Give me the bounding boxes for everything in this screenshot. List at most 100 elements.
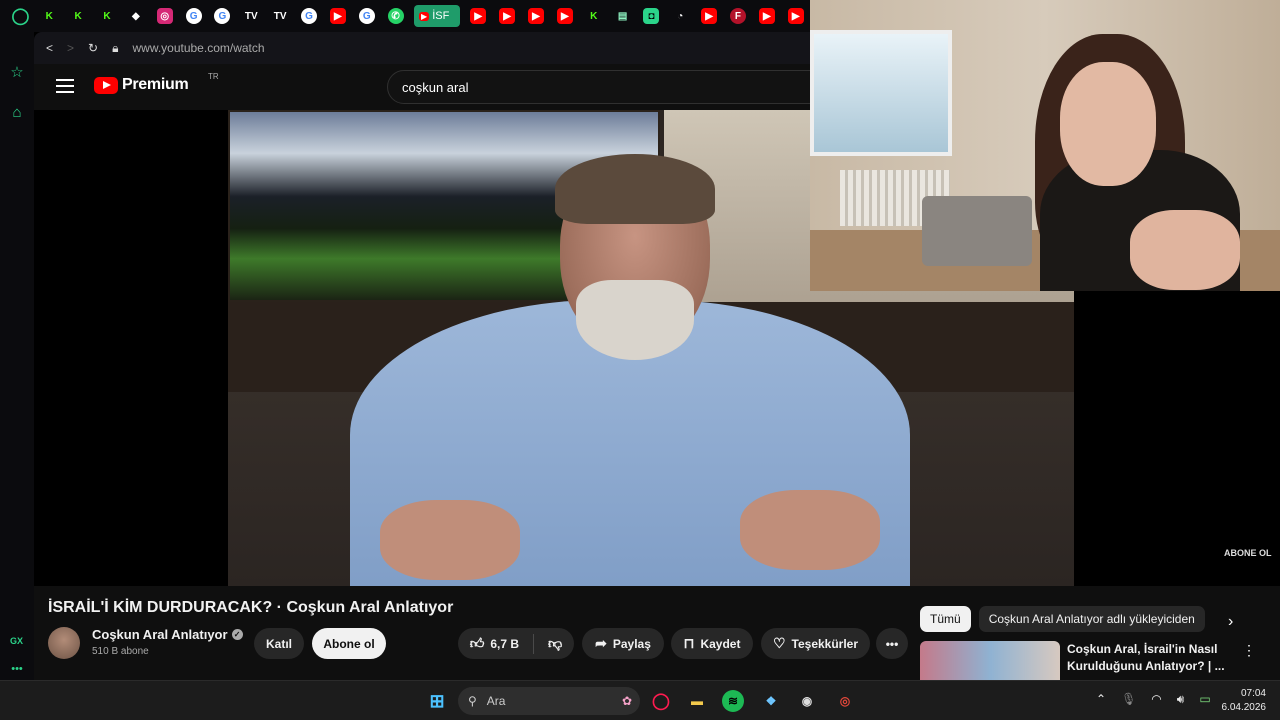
tab-youtube-icon[interactable]: ▶	[493, 0, 522, 32]
tab-youtube-icon[interactable]: ▶	[752, 0, 781, 32]
tab-youtube-icon[interactable]: ▶	[323, 0, 352, 32]
tab-google-icon[interactable]: G	[295, 0, 324, 32]
tab-kick-icon[interactable]: K	[64, 0, 93, 32]
tab-whatsapp-icon[interactable]: ✆	[381, 0, 410, 32]
like-icon[interactable]: 👍︎	[470, 635, 485, 652]
tab-google-icon[interactable]: G	[352, 0, 381, 32]
thanks-label: Teşekkürler	[791, 636, 859, 651]
windows-start-icon[interactable]: ⊞	[426, 690, 448, 712]
tab-youtube-icon[interactable]: ▶	[781, 0, 810, 32]
webcam-sofa	[922, 196, 1032, 266]
reload-icon[interactable]: ↻	[88, 41, 98, 55]
save-label: Kaydet	[700, 636, 741, 651]
youtube-play-icon	[94, 76, 118, 94]
speaker-right-hand	[740, 490, 880, 570]
speaker-left-hand	[380, 500, 520, 580]
obs-icon[interactable]: ◉	[796, 690, 818, 712]
tab-youtube-icon[interactable]: ▶	[522, 0, 551, 32]
url-field[interactable]: www.youtube.com/watch	[132, 41, 264, 55]
youtube-logo[interactable]: Premium TR	[94, 72, 219, 94]
search-input[interactable]: coşkun aral	[387, 70, 827, 104]
verified-check-icon: ✓	[231, 629, 243, 640]
tab-tv-icon[interactable]: TV	[266, 0, 295, 32]
channel-name[interactable]: Coşkun Aral Anlatıyor ✓	[92, 627, 243, 642]
wifi-icon[interactable]: ◠	[1151, 692, 1161, 707]
more-horizontal-icon: •••	[885, 636, 899, 651]
video-title: İSRAİL'İ KİM DURDURACAK? · Coşkun Aral A…	[48, 599, 454, 616]
heart-dollar-icon: ♡	[772, 635, 786, 651]
recommendation-thumbnail[interactable]	[920, 641, 1060, 680]
tab-chat-icon[interactable]: ◘	[637, 0, 666, 32]
tab-tv-icon[interactable]: TV	[237, 0, 266, 32]
join-label: Katıl	[265, 636, 292, 651]
chip-from-uploader[interactable]: Coşkun Aral Anlatıyor adlı yükleyiciden	[978, 606, 1205, 632]
like-dislike-group: 👍︎ 6,7 B 👎︎	[458, 628, 574, 659]
bookmark-icon: ⊓	[683, 635, 695, 651]
search-highlight-icon: ✿	[621, 694, 632, 708]
tab-kick-icon[interactable]: K	[93, 0, 122, 32]
tab-instagram-icon[interactable]: ◎	[150, 0, 179, 32]
tab-kick-icon[interactable]: K	[35, 0, 64, 32]
streamer-face	[1060, 62, 1156, 186]
youtube-masthead: Premium TR coşkun aral	[34, 64, 827, 110]
taskbar-search[interactable]: ⚲ Ara ✿	[458, 687, 640, 715]
save-button[interactable]: ⊓ Kaydet	[671, 628, 753, 659]
more-icon[interactable]: •••	[8, 660, 26, 678]
watch-metadata: İSRAİL'İ KİM DURDURACAK? · Coşkun Aral A…	[34, 586, 1280, 680]
like-divider	[533, 633, 535, 654]
join-button[interactable]: Katıl	[254, 628, 304, 659]
file-explorer-icon[interactable]: ▬	[686, 690, 708, 712]
taskbar-search-placeholder: Ara	[486, 694, 506, 708]
app-icon[interactable]: ❖	[760, 690, 782, 712]
system-tray: ⌃ 🎙︎ ◠ 🔊︎ ▭	[1096, 692, 1211, 707]
opera-gx-icon[interactable]: ◯	[650, 690, 672, 712]
recommendation-menu-icon[interactable]: ⋮	[1242, 642, 1256, 659]
tab-generic-icon[interactable]: ◆	[121, 0, 150, 32]
spotify-icon[interactable]: ≋	[722, 690, 744, 712]
chevron-right-icon[interactable]: ›	[1228, 613, 1233, 631]
thanks-button[interactable]: ♡ Teşekkürler	[761, 628, 870, 659]
webcam-overlay	[810, 0, 1280, 291]
dislike-icon[interactable]: 👎︎	[548, 635, 562, 652]
back-icon[interactable]: <	[46, 41, 53, 55]
more-actions-button[interactable]: •••	[876, 628, 908, 659]
subscriber-count: 510 B abone	[92, 646, 149, 657]
tab-document-icon[interactable]: ▤	[608, 0, 637, 32]
webcam-window	[810, 30, 952, 156]
streamer-hand	[1130, 210, 1240, 290]
share-button[interactable]: ➦ Paylaş	[582, 628, 664, 659]
share-icon: ➦	[595, 635, 607, 651]
speaker-hair	[555, 154, 715, 224]
youtube-icon: ▶	[419, 11, 430, 21]
gx-badge[interactable]: GX	[10, 636, 23, 646]
tab-f-icon[interactable]: F	[724, 0, 753, 32]
clock[interactable]: 07:04 6.04.2026	[1222, 687, 1267, 715]
tab-google-icon[interactable]: G	[179, 0, 208, 32]
tab-kick-icon[interactable]: K	[579, 0, 608, 32]
lock-icon: 🔒︎	[112, 40, 119, 55]
region-code: TR	[208, 72, 219, 81]
tab-youtube-icon[interactable]: ▶	[550, 0, 579, 32]
crypto-wallet-icon[interactable]: ⌂	[8, 104, 26, 122]
tab-youtube-icon[interactable]: ▶	[695, 0, 724, 32]
recommendation-title[interactable]: Coşkun Aral, İsrail'in Nasıl Kurulduğunu…	[1067, 641, 1227, 675]
speaker-beard	[576, 280, 694, 360]
app-record-icon[interactable]: ◎	[834, 690, 856, 712]
tab-youtube-icon[interactable]: ▶	[464, 0, 493, 32]
chip-all[interactable]: Tümü	[920, 606, 971, 632]
subscribe-button[interactable]: Abone ol	[312, 628, 386, 659]
chevron-up-icon[interactable]: ⌃	[1096, 692, 1106, 707]
tab-speed-dial-icon[interactable]: ◔	[666, 0, 695, 32]
volume-icon[interactable]: 🔊︎	[1177, 692, 1185, 707]
forward-icon[interactable]: >	[67, 41, 74, 55]
channel-avatar[interactable]	[48, 627, 80, 659]
opera-gx-logo-icon[interactable]: ◯	[6, 0, 35, 32]
star-icon[interactable]: ☆	[8, 64, 26, 82]
tab-active[interactable]: ▶ İSF	[414, 5, 460, 27]
like-count[interactable]: 6,7 B	[490, 637, 519, 651]
menu-icon[interactable]	[56, 79, 74, 93]
tab-google-icon[interactable]: G	[208, 0, 237, 32]
subscribe-watermark[interactable]: ABONE OL	[1224, 548, 1272, 558]
battery-icon[interactable]: ▭	[1199, 692, 1210, 707]
microphone-icon[interactable]: 🎙︎	[1121, 692, 1136, 707]
